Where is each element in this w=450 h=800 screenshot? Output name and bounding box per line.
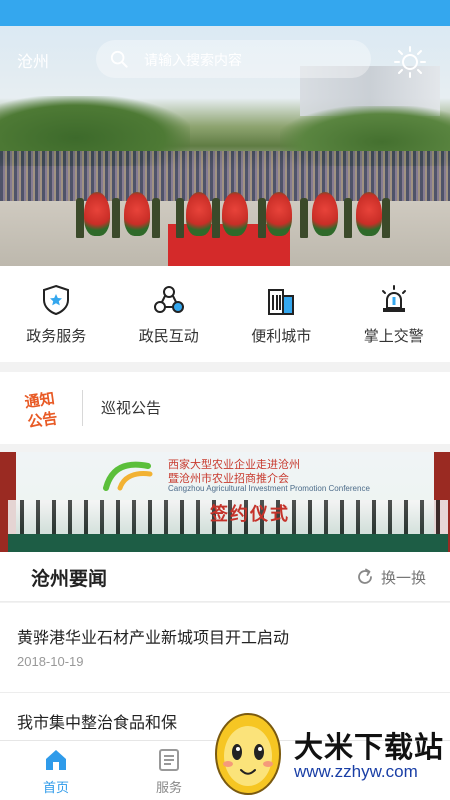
banner-sign-text: 签约仪式 (210, 504, 290, 524)
search-input[interactable]: 请输入搜索内容 (96, 40, 371, 78)
wreath (186, 192, 212, 236)
tab-label: 服务 (155, 780, 182, 795)
city-selector[interactable]: 沧州 (17, 48, 49, 72)
notice-bar[interactable]: 通知 公告 巡视公告 (0, 372, 450, 444)
building-icon (268, 289, 295, 315)
honor-guard (152, 198, 160, 238)
news-headline: 我市集中整治食品和保 (17, 715, 178, 732)
menu-label: 政民互动 (138, 328, 199, 345)
watermark-url: www.zzhyw.com (294, 762, 418, 781)
egg-mascot-logo (215, 713, 281, 795)
svg-text:公告: 公告 (26, 409, 58, 431)
refresh-icon (358, 568, 372, 584)
people-network-icon (153, 286, 184, 313)
news-section-title: 沧州要闻 (31, 569, 108, 590)
refresh-news-button[interactable]: 换一换 (355, 564, 435, 590)
banner-line3: Cangzhou Agricultural Investment Promoti… (168, 484, 370, 493)
crowd (0, 151, 450, 201)
menu-item-government-services[interactable]: 政务服务 (0, 266, 113, 362)
notice-badge-icon: 通知 公告 (24, 389, 59, 431)
menu-label: 便利城市 (251, 328, 312, 345)
police-siren-icon (381, 285, 406, 312)
wreath (312, 192, 338, 236)
promo-banner[interactable]: 西家大型农业企业走进沧州 暨沧州市农业招商推介会 Cangzhou Agricu… (0, 452, 450, 552)
search-placeholder: 请输入搜索内容 (144, 52, 242, 68)
honor-guard (176, 198, 184, 238)
watermark-title: 大米下载站 (294, 732, 445, 764)
menu-item-convenient-city[interactable]: 便利城市 (225, 266, 338, 362)
wreath (84, 192, 110, 236)
service-grid-menu: 政务服务 政民互动 便利城市 掌上交警 (0, 266, 450, 362)
news-section-header: 沧州要闻 换一换 (0, 552, 450, 602)
banner-table (8, 534, 448, 552)
list-item[interactable]: 黄骅港华业石材产业新城项目开工启动 2018-10-19 (0, 603, 450, 693)
honor-guard (258, 198, 266, 238)
wreath (266, 192, 292, 236)
honor-guard (382, 198, 390, 238)
sun-icon[interactable] (393, 44, 427, 78)
search-icon (110, 50, 128, 68)
conference-logo-icon (103, 461, 153, 491)
svg-text:通知: 通知 (24, 389, 56, 411)
tab-label: 首页 (42, 780, 69, 795)
home-icon (46, 750, 66, 770)
honor-guard (300, 198, 308, 238)
menu-label: 政务服务 (26, 328, 87, 345)
notice-text[interactable]: 巡视公告 (101, 397, 161, 418)
wreath (124, 192, 150, 236)
tab-home[interactable]: 首页 (16, 741, 96, 800)
status-bar (0, 0, 450, 26)
honor-guard (76, 198, 84, 238)
menu-item-traffic-police[interactable]: 掌上交警 (338, 266, 450, 362)
news-headline: 黄骅港华业石材产业新城项目开工启动 (17, 630, 290, 647)
wreath (222, 192, 248, 236)
honor-guard (344, 198, 352, 238)
menu-item-citizen-interaction[interactable]: 政民互动 (113, 266, 226, 362)
watermark-overlay: 大米下载站 www.zzhyw.com (196, 700, 450, 800)
notice-divider (82, 390, 83, 426)
wreath (356, 192, 382, 236)
service-icon (159, 749, 179, 771)
honor-guard (112, 198, 120, 238)
news-date: 2018-10-19 (17, 654, 84, 669)
menu-label: 掌上交警 (363, 328, 424, 345)
honor-guard (212, 198, 220, 238)
shield-star-icon (43, 284, 70, 316)
refresh-label: 换一换 (381, 569, 427, 587)
top-search-bar: 沧州 请输入搜索内容 (0, 40, 450, 80)
